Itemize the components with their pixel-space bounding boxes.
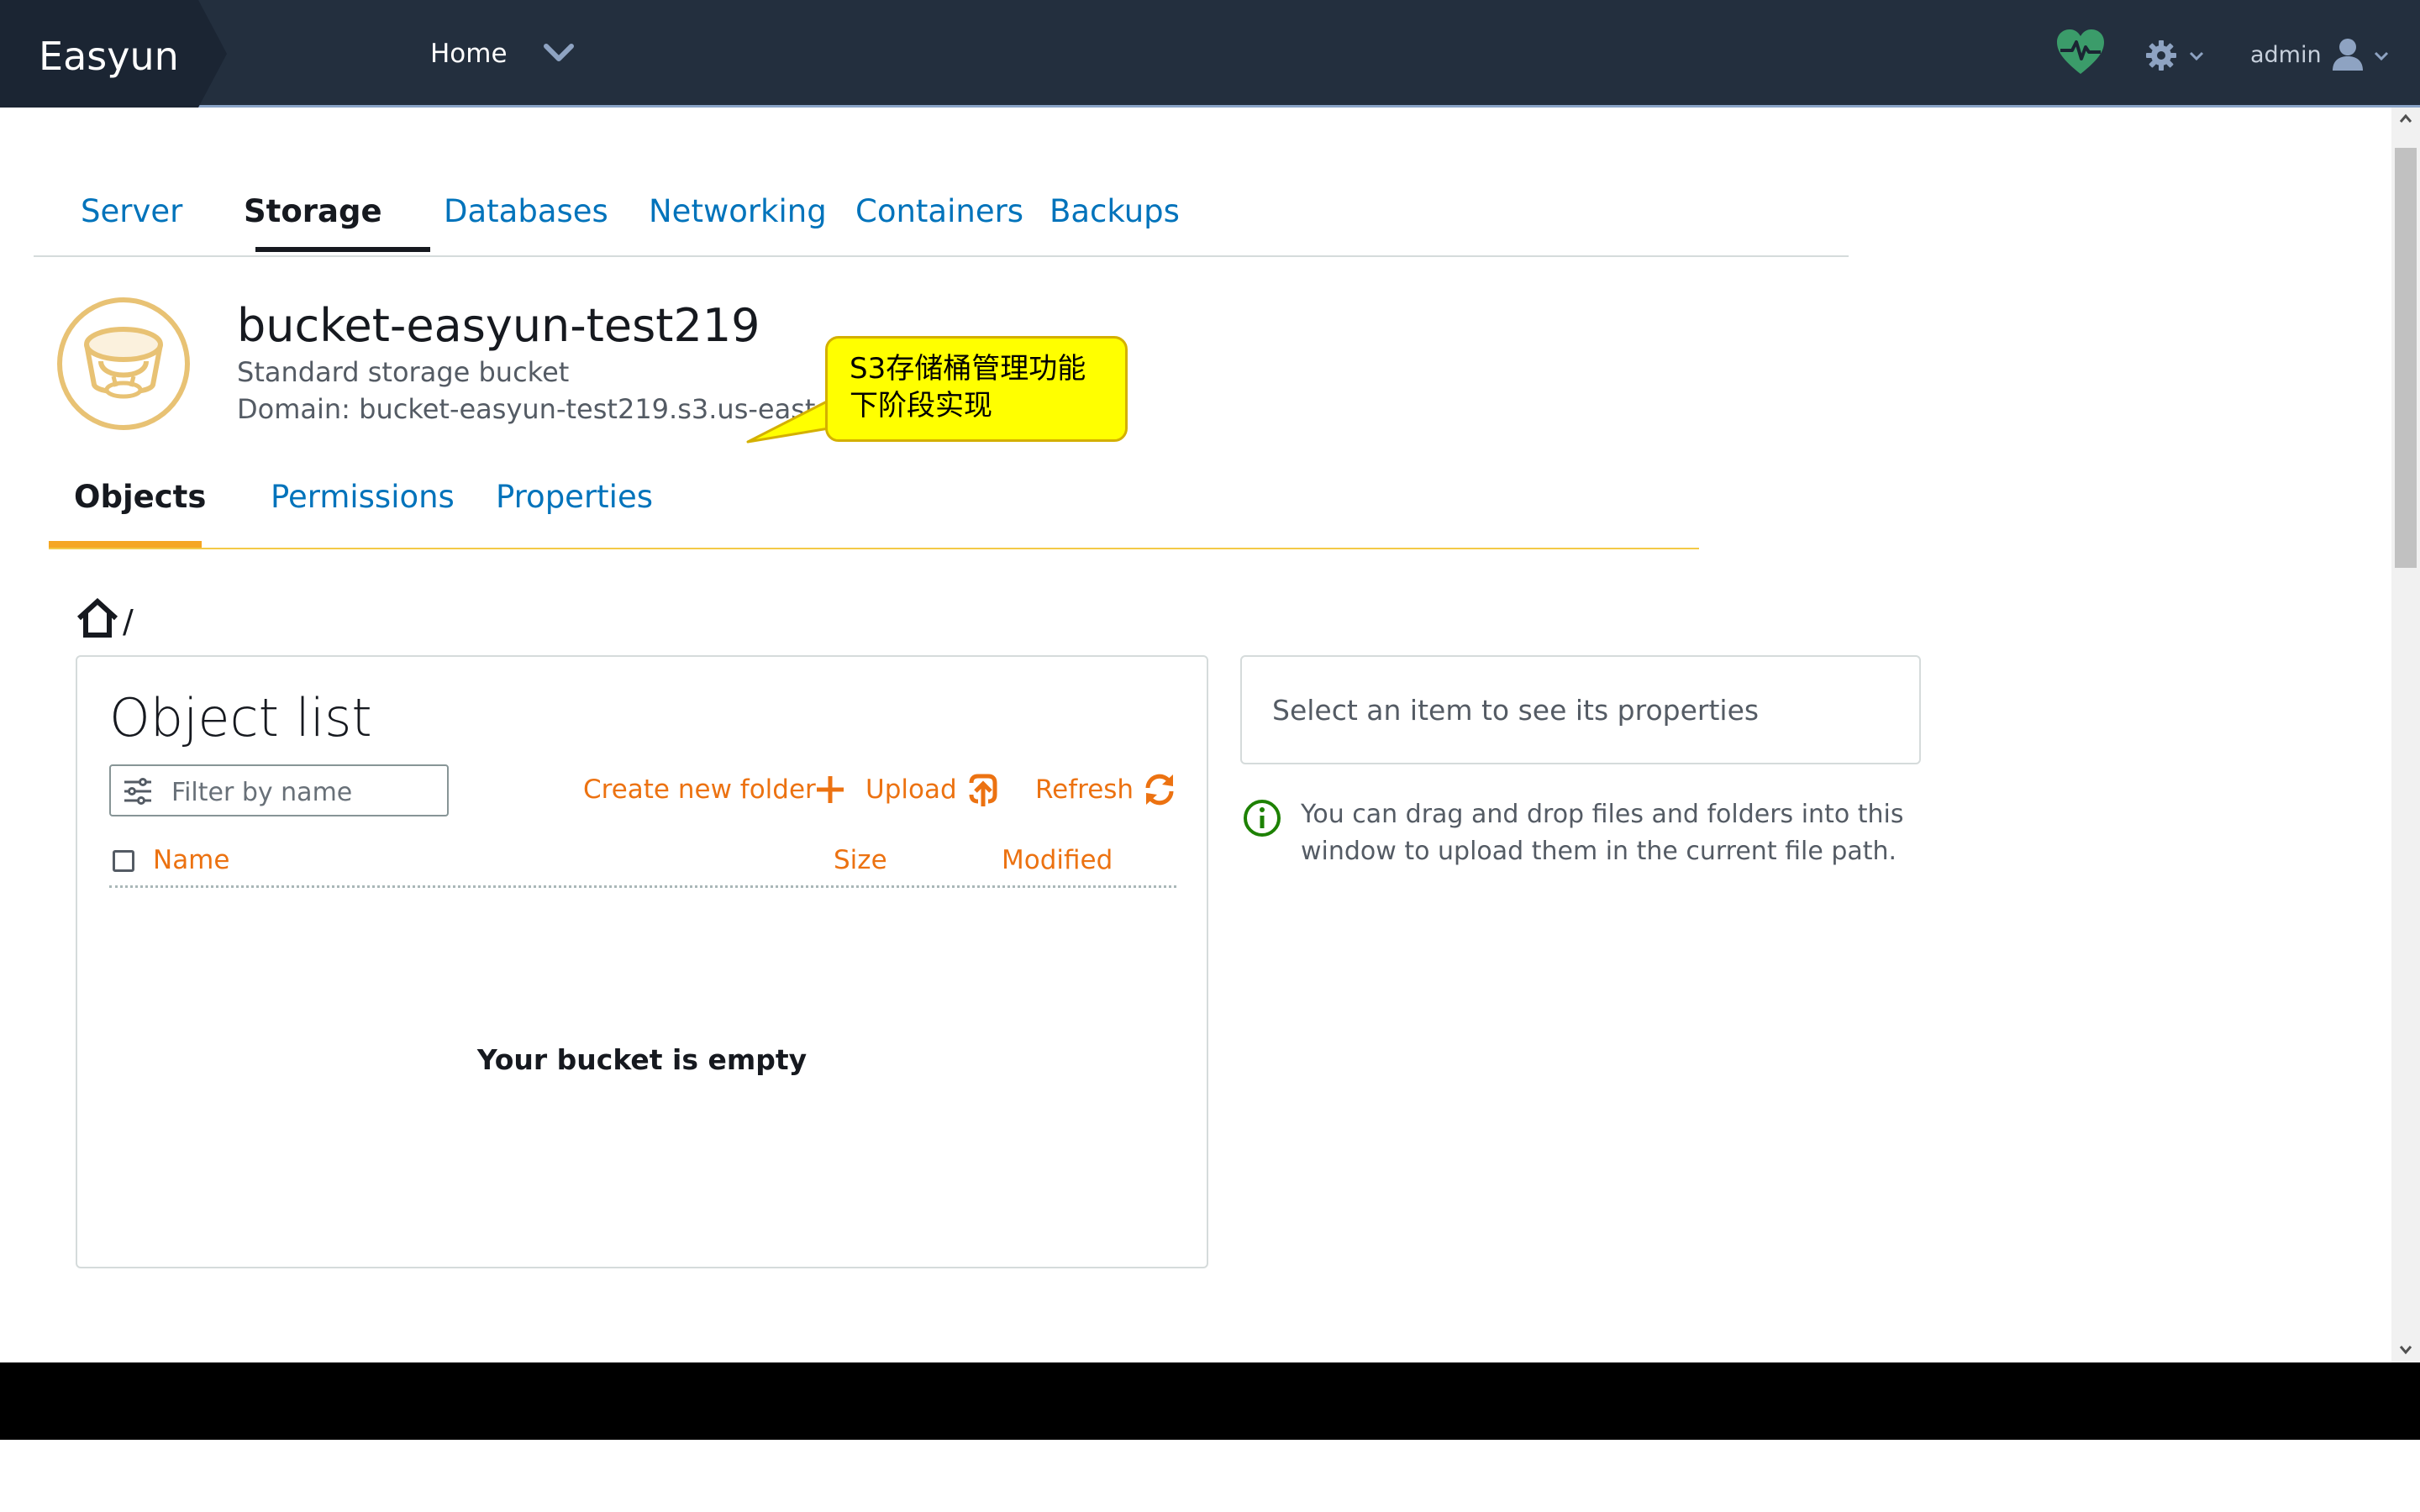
tab-storage[interactable]: Storage — [244, 193, 382, 229]
user-icon[interactable] — [2331, 37, 2365, 72]
filter-sliders-icon — [124, 778, 151, 805]
hint-line-1: You can drag and drop files and folders … — [1301, 800, 1904, 829]
column-header-name[interactable]: Name — [153, 845, 229, 875]
tab-objects[interactable]: Objects — [74, 479, 206, 515]
properties-panel: Select an item to see its properties — [1240, 655, 1921, 764]
filter-field[interactable] — [109, 764, 449, 816]
column-header-size[interactable]: Size — [834, 845, 887, 875]
tab-databases[interactable]: Databases — [444, 193, 608, 229]
tab-containers[interactable]: Containers — [855, 193, 1023, 229]
empty-bucket-message: Your bucket is empty — [476, 1043, 808, 1076]
filter-by-name-input[interactable] — [170, 773, 442, 811]
chevron-down-icon[interactable] — [543, 42, 575, 64]
top-navigation-bar: Easyun Home admin — [0, 0, 2420, 108]
active-subtab-indicator — [49, 541, 202, 548]
column-header-modified[interactable]: Modified — [1002, 845, 1113, 875]
create-folder-button[interactable]: Create new folder — [583, 774, 816, 805]
info-icon — [1244, 800, 1281, 837]
tab-properties[interactable]: Properties — [496, 479, 653, 515]
bottom-black-bar — [0, 1362, 2420, 1440]
bucket-domain-label: Domain: bucket-easyun-test219.s3.us-east — [237, 393, 816, 425]
callout-line-2: 下阶段实现 — [850, 389, 992, 423]
user-name-label[interactable]: admin — [2250, 42, 2322, 68]
hint-line-2: window to upload them in the current fil… — [1301, 837, 1897, 866]
bucket-type-label: Standard storage bucket — [237, 356, 570, 388]
brand-area[interactable]: Easyun — [0, 0, 227, 108]
chevron-down-icon[interactable] — [2373, 50, 2390, 62]
object-list-title: Object list — [109, 687, 372, 748]
main-tab-bar: Server Storage Databases Networking Cont… — [34, 168, 1849, 257]
gear-icon[interactable] — [2144, 39, 2178, 72]
tab-networking[interactable]: Networking — [649, 193, 827, 229]
heartbeat-icon[interactable] — [2055, 29, 2106, 76]
properties-placeholder: Select an item to see its properties — [1272, 694, 1760, 727]
scroll-up-arrow-icon[interactable] — [2398, 113, 2413, 124]
plus-icon[interactable] — [812, 771, 849, 808]
tab-backups[interactable]: Backups — [1050, 193, 1180, 229]
home-icon[interactable] — [76, 598, 119, 638]
select-all-checkbox[interactable] — [113, 850, 134, 872]
breadcrumb-separator: / — [123, 603, 134, 640]
callout-line-1: S3存储桶管理功能 — [850, 352, 1086, 386]
scrollbar-thumb[interactable] — [2395, 148, 2417, 568]
bucket-tab-bar: Objects Permissions Properties — [49, 460, 1699, 549]
header-divider — [109, 885, 1176, 888]
upload-button[interactable]: Upload — [865, 774, 957, 805]
tab-server[interactable]: Server — [81, 193, 182, 229]
refresh-button[interactable]: Refresh — [1035, 774, 1134, 805]
chevron-down-icon[interactable] — [2188, 50, 2205, 62]
scroll-down-arrow-icon[interactable] — [2398, 1344, 2413, 1356]
bucket-icon — [57, 297, 190, 430]
drag-drop-hint: You can drag and drop files and folders … — [1301, 796, 1923, 870]
tab-permissions[interactable]: Permissions — [271, 479, 455, 515]
bucket-name-title: bucket-easyun-test219 — [237, 299, 760, 352]
upload-icon[interactable] — [965, 771, 1002, 808]
brand-logo-text[interactable]: Easyun — [39, 34, 179, 79]
refresh-icon[interactable] — [1141, 771, 1178, 808]
nav-home-link[interactable]: Home — [430, 39, 508, 69]
object-list-panel: Object list Create new folder Upload Ref… — [76, 655, 1208, 1268]
annotation-callout: S3存储桶管理功能 下阶段实现 — [825, 336, 1128, 442]
active-tab-indicator — [255, 247, 430, 252]
